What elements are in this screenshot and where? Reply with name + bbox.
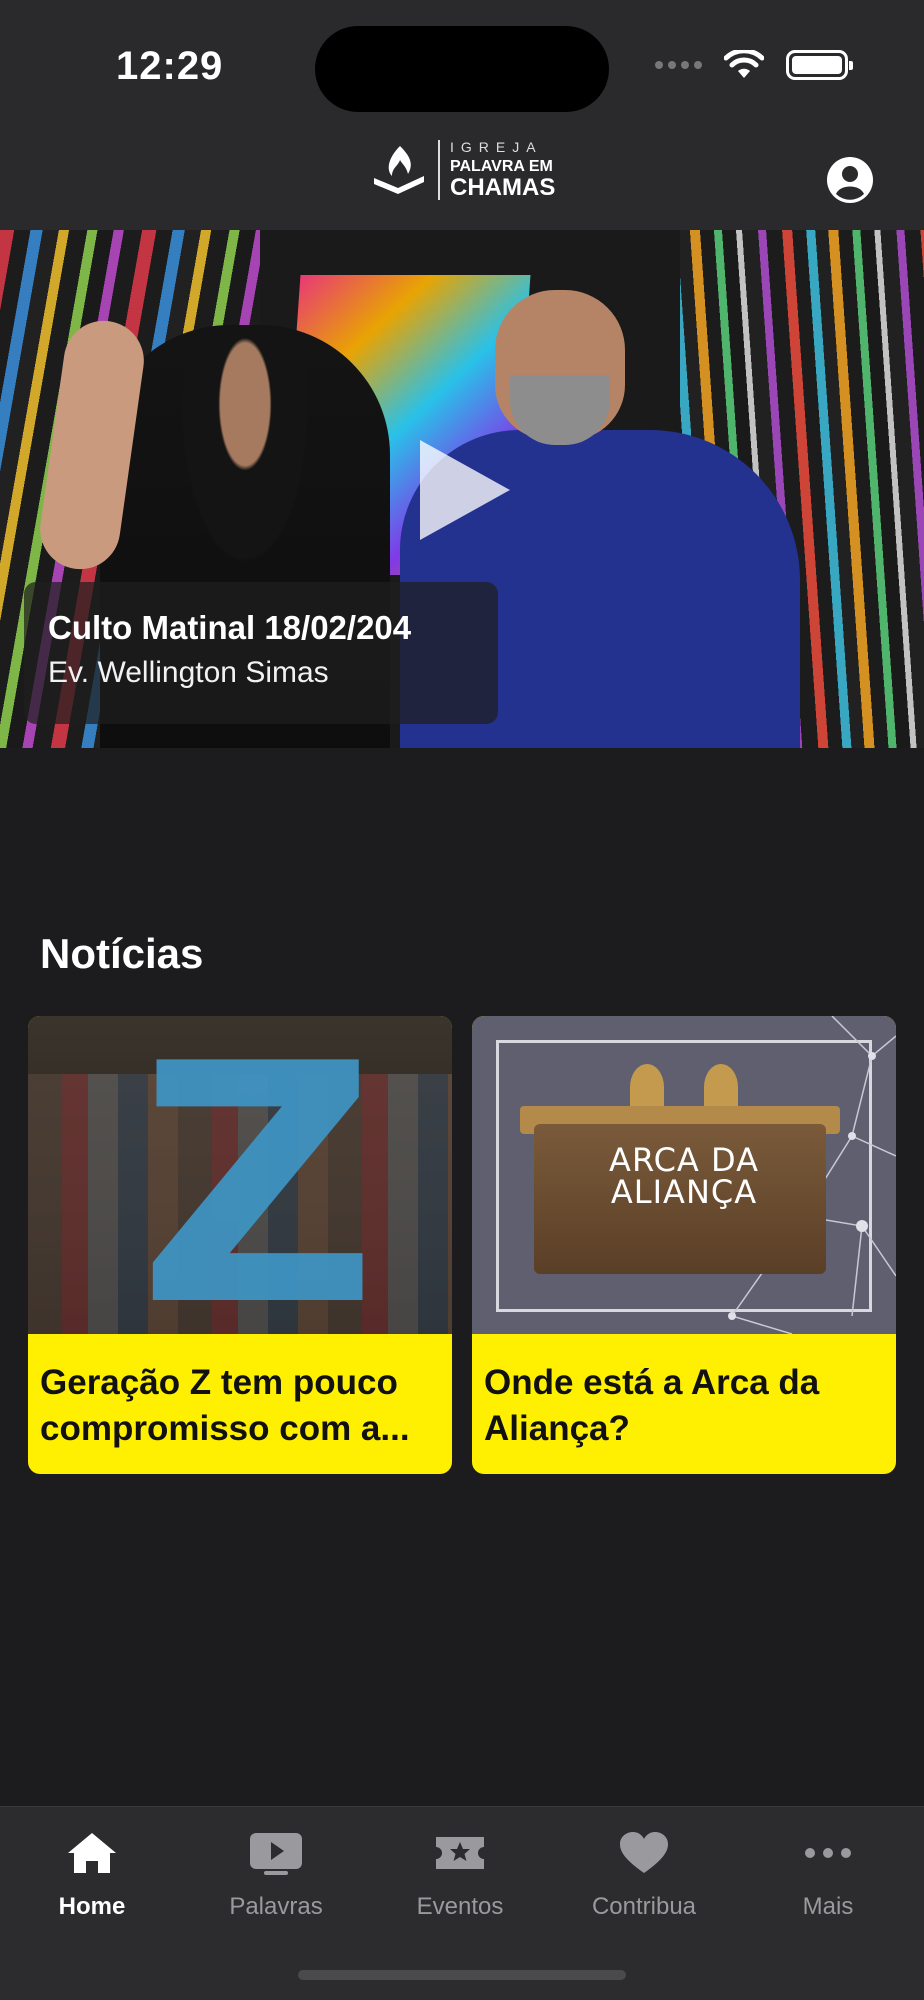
news-image: Z [28, 1016, 452, 1334]
tab-palavras[interactable]: Palavras [184, 1829, 368, 1921]
logo-text-chamas: CHAMAS [450, 174, 556, 201]
user-circle-icon[interactable] [826, 156, 874, 204]
news-card-arca[interactable]: ARCA DA ALIANÇA Onde está a Arca da Alia… [472, 1016, 896, 1474]
news-title: Onde está a Arca da Aliança? [484, 1363, 820, 1448]
tab-label: Palavras [229, 1893, 323, 1920]
news-card-geracao-z[interactable]: Z Geração Z tem pouco compromisso com a.… [28, 1016, 452, 1474]
video-play-icon [250, 1833, 302, 1875]
news-section-title: Notícias [40, 930, 204, 977]
tab-label: Mais [802, 1893, 854, 1920]
tab-mais[interactable]: Mais [736, 1829, 920, 1921]
play-icon[interactable] [420, 440, 510, 540]
news-image: ARCA DA ALIANÇA [472, 1016, 896, 1334]
heart-icon [620, 1832, 668, 1873]
tab-label: Contribua [591, 1893, 697, 1920]
wifi-icon [724, 50, 764, 78]
dynamic-island [315, 26, 609, 112]
tab-label: Home [58, 1893, 126, 1920]
tab-label: Eventos [416, 1893, 504, 1920]
church-logo: IGREJA PALAVRA EM CHAMAS [370, 140, 555, 200]
video-speaker: Ev. Wellington Simas [48, 655, 329, 689]
app-header: IGREJA PALAVRA EM CHAMAS [0, 130, 924, 230]
more-dots-icon [805, 1848, 851, 1858]
status-time: 12:29 [116, 44, 224, 88]
tab-home[interactable]: Home [0, 1829, 184, 1921]
flame-bible-icon [374, 146, 424, 194]
logo-text-igreja: IGREJA [450, 139, 543, 155]
battery-icon [786, 50, 853, 80]
video-title: Culto Matinal 18/02/204 [48, 609, 412, 646]
status-bar: 12:29 [0, 0, 924, 130]
home-indicator[interactable] [298, 1970, 626, 1980]
status-icons [655, 50, 853, 80]
news-title: Geração Z tem pouco compromisso com a... [40, 1363, 410, 1448]
tab-contribua[interactable]: Contribua [552, 1829, 736, 1921]
home-icon [68, 1833, 116, 1873]
ticket-star-icon [436, 1837, 484, 1869]
image-text: ARCA DA ALIANÇA [609, 1141, 759, 1211]
tab-eventos[interactable]: Eventos [368, 1829, 552, 1921]
cellular-signal-icon [655, 61, 702, 69]
logo-text-palavra: PALAVRA EM [450, 158, 553, 175]
featured-video[interactable]: Culto Matinal 18/02/204 Ev. Wellington S… [0, 230, 924, 748]
video-caption: Culto Matinal 18/02/204 Ev. Wellington S… [24, 582, 498, 724]
